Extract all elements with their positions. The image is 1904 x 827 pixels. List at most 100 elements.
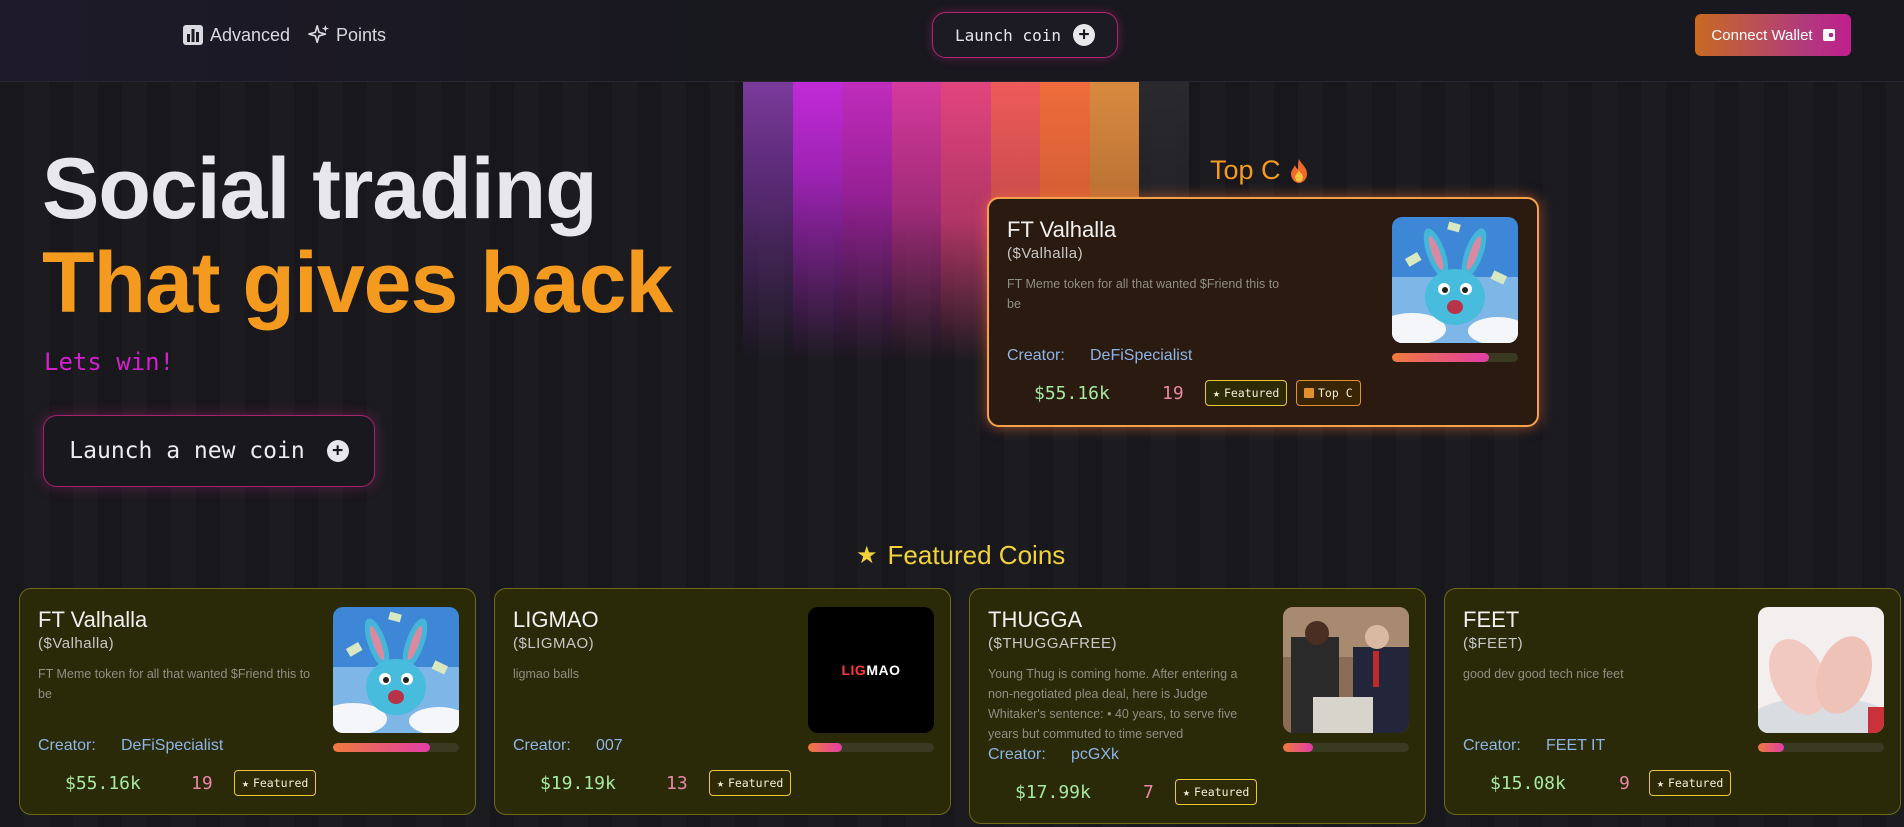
star-icon: ★ <box>242 776 249 790</box>
reply-count: 7 <box>1143 782 1154 803</box>
featured-heading: ★ Featured Coins <box>856 540 1065 571</box>
creator-label: Creator: <box>38 737 96 754</box>
coin-ticker: ($THUGGAFREE) <box>988 635 1118 652</box>
nav-advanced-label: Advanced <box>210 24 291 45</box>
plus-circle-icon: + <box>1072 24 1095 46</box>
creator-label: Creator: <box>513 737 571 754</box>
color-bar <box>792 82 842 362</box>
reply-count: 19 <box>1162 383 1184 404</box>
launch-coin-label: Launch coin <box>955 25 1061 45</box>
coin-description: FT Meme token for all that wanted $Frien… <box>1007 277 1280 311</box>
color-bar <box>941 82 991 362</box>
connect-wallet-button[interactable]: Connect Wallet <box>1695 14 1851 56</box>
creator-label: Creator: <box>1007 347 1065 364</box>
coin-ticker: ($Valhalla) <box>38 635 115 652</box>
market-cap: $15.08k <box>1490 773 1566 794</box>
hero-headline-accent: That gives back <box>42 235 673 331</box>
creator-link[interactable]: pcGXk <box>1071 746 1119 764</box>
star-icon: ★ <box>1213 386 1220 400</box>
featured-badge: ★ Featured <box>1649 770 1732 796</box>
badge-label: Featured <box>1667 776 1724 790</box>
top-coin-card[interactable]: FT Valhalla ($Valhalla) FT Meme token fo… <box>987 197 1539 427</box>
coin-image <box>1392 217 1518 343</box>
coin-name: THUGGA <box>988 607 1083 632</box>
bonding-progress-bar <box>1283 743 1409 752</box>
featured-badge: ★ Featured <box>709 770 792 796</box>
creator-link[interactable]: FEET IT <box>1546 737 1605 755</box>
badge-label: Featured <box>252 776 309 790</box>
market-cap: $17.99k <box>1015 782 1091 803</box>
top-coin-heading: Top C <box>1210 155 1311 186</box>
top-header: Advanced Points Launch coin + Connect Wa… <box>0 0 1904 82</box>
coin-description: ligmao balls <box>513 667 580 681</box>
reply-count: 9 <box>1619 773 1630 794</box>
hero-subtitle: Lets win! <box>44 348 175 376</box>
progress-fill <box>1283 743 1314 752</box>
launch-new-coin-button[interactable]: Launch a new coin + <box>43 415 375 487</box>
nav-points[interactable]: Points <box>308 22 386 48</box>
reply-count: 19 <box>191 773 213 794</box>
coin-name: LIGMAO <box>513 607 599 632</box>
market-cap: $19.19k <box>540 773 616 794</box>
progress-fill <box>808 743 843 752</box>
coin-ticker: ($Valhalla) <box>1007 245 1084 262</box>
featured-badge: ★ Featured <box>1205 380 1288 406</box>
bonding-progress-bar <box>333 743 459 752</box>
coin-name: FEET <box>1463 607 1520 632</box>
progress-fill <box>333 743 431 752</box>
nav-advanced[interactable]: Advanced <box>182 22 290 48</box>
star-icon: ★ <box>856 542 878 569</box>
bonding-progress-bar <box>808 743 934 752</box>
creator-link[interactable]: DeFiSpecialist <box>121 737 223 755</box>
star-icon: ★ <box>1183 785 1190 799</box>
featured-title: Featured Coins <box>887 540 1066 570</box>
color-bar <box>842 82 892 362</box>
bonding-progress-bar <box>1392 353 1518 362</box>
featured-coin-card[interactable]: FEET ($FEET) good dev good tech nice fee… <box>1444 588 1901 815</box>
creator-link[interactable]: DeFiSpecialist <box>1090 347 1192 365</box>
plus-circle-icon: + <box>326 440 349 462</box>
creator-label: Creator: <box>1463 737 1521 754</box>
wallet-icon <box>1822 29 1835 41</box>
bunny-image <box>333 607 459 733</box>
coin-description: good dev good tech nice feet <box>1463 667 1624 681</box>
coin-image <box>1283 607 1409 733</box>
launch-coin-button[interactable]: Launch coin + <box>932 12 1118 58</box>
featured-coin-card[interactable]: FT Valhalla ($Valhalla) FT Meme token fo… <box>19 588 476 815</box>
top-coin-title: Top C <box>1210 155 1281 185</box>
bunny-image <box>1392 217 1518 343</box>
bar-chart-icon <box>183 25 203 45</box>
featured-coin-card[interactable]: LIGMAO ($LIGMAO) ligmao balls Creator: 0… <box>494 588 951 815</box>
reply-count: 13 <box>666 773 688 794</box>
badge-label: Featured <box>1223 386 1280 400</box>
coin-name: FT Valhalla <box>38 607 148 632</box>
featured-coin-card[interactable]: THUGGA ($THUGGAFREE) Young Thug is comin… <box>969 588 1426 824</box>
coin-image <box>1758 607 1884 733</box>
badge-label: Featured <box>727 776 784 790</box>
top-badge: Top C <box>1296 380 1361 406</box>
coin-ticker: ($LIGMAO) <box>513 635 595 652</box>
progress-fill <box>1392 353 1490 362</box>
bonding-progress-bar <box>1758 743 1884 752</box>
market-cap: $55.16k <box>65 773 141 794</box>
coin-name: FT Valhalla <box>1007 217 1117 242</box>
creator-label: Creator: <box>988 746 1046 763</box>
hero-headline: Social trading <box>42 141 598 237</box>
coin-description: Young Thug is coming home. After enterin… <box>988 667 1238 741</box>
flame-icon <box>1304 388 1314 398</box>
sparkle-icon <box>308 24 330 44</box>
coin-description: FT Meme token for all that wanted $Frien… <box>38 667 311 701</box>
progress-fill <box>1758 743 1785 752</box>
badge-label: Featured <box>1193 785 1250 799</box>
fire-icon <box>1290 158 1307 183</box>
launch-new-coin-label: Launch a new coin <box>69 438 305 464</box>
star-icon: ★ <box>717 776 724 790</box>
featured-badge: ★ Featured <box>234 770 317 796</box>
creator-link[interactable]: 007 <box>596 737 623 755</box>
feet-photo <box>1758 607 1884 733</box>
coin-ticker: ($FEET) <box>1463 635 1524 652</box>
color-bar <box>891 82 941 362</box>
featured-badge: ★ Featured <box>1175 779 1258 805</box>
badge-label: Top C <box>1318 386 1353 400</box>
coin-image: LIG MAO <box>808 607 934 733</box>
